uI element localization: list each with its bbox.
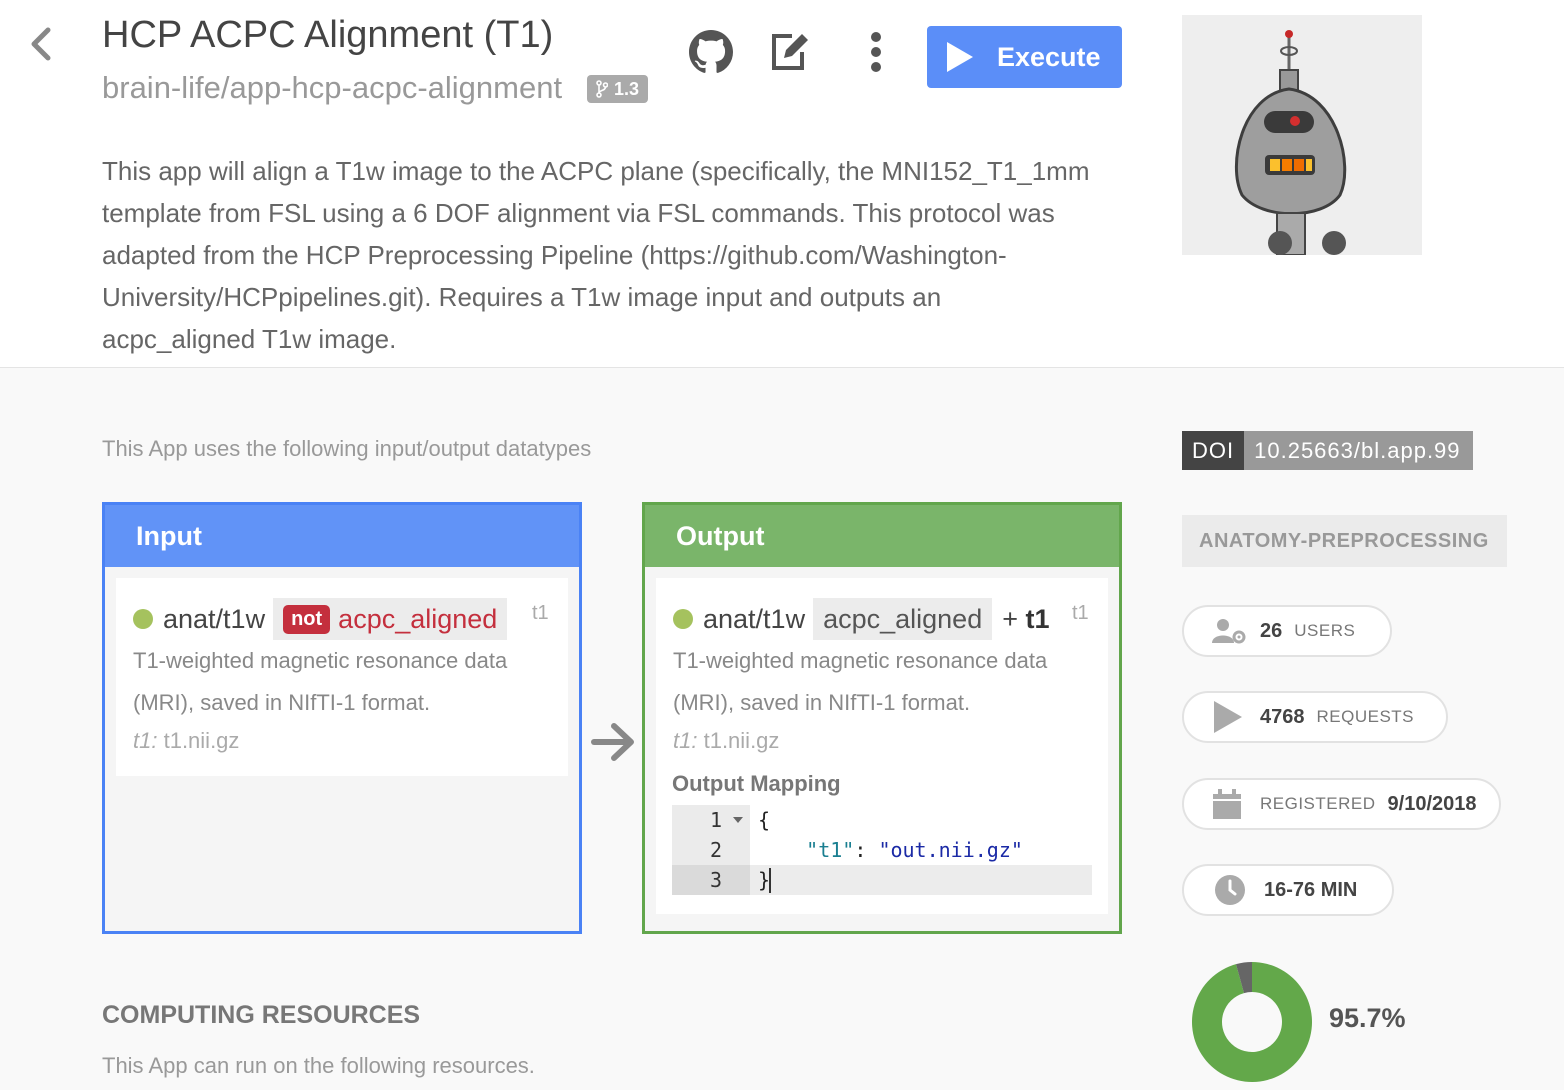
code-text: { <box>758 808 771 832</box>
requests-count: 4768 <box>1260 705 1305 728</box>
output-datatype-description: T1-weighted magnetic resonance data (MRI… <box>673 648 1048 715</box>
input-datatype-row: anat/t1w not acpc_aligned <box>133 598 508 640</box>
doi-value: 10.25663/bl.app.99 <box>1244 431 1473 470</box>
output-id: t1 <box>1072 602 1089 624</box>
json-value: "out.nii.gz" <box>878 838 1023 862</box>
input-datatype-name[interactable]: anat/t1w <box>163 604 265 635</box>
branch-icon <box>596 80 608 98</box>
registered-date: 9/10/2018 <box>1387 792 1477 815</box>
output-mapping-title: Output Mapping <box>672 771 841 796</box>
input-file-name: t1.nii.gz <box>163 728 240 753</box>
datatype-status-dot <box>133 609 153 629</box>
users-gear-icon <box>1212 619 1246 644</box>
version-text: 1.3 <box>614 79 640 99</box>
output-panel-header: Output <box>645 505 1119 567</box>
app-header: HCP ACPC Alignment (T1) brain-life/app-h… <box>0 0 1564 368</box>
users-stat: 26 USERS <box>1182 605 1392 657</box>
output-datatype-row: anat/t1w acpc_aligned + t1 <box>673 598 1050 640</box>
clock-icon <box>1215 875 1245 905</box>
output-mapping-editor[interactable]: 1 { 2 "t1": "out.nii.gz" 3 } <box>672 805 1092 895</box>
input-file: t1: t1.nii.gz <box>133 728 239 754</box>
computing-resources-title: COMPUTING RESOURCES <box>102 1001 421 1029</box>
back-chevron-icon[interactable] <box>26 26 56 62</box>
datatypes-intro: This App uses the following input/output… <box>102 436 592 461</box>
input-panel-header: Input <box>105 505 579 567</box>
input-datatype-card: anat/t1w not acpc_aligned t1 T1-weighted… <box>116 578 568 776</box>
line-number: 2 <box>672 835 750 865</box>
datatype-status-dot <box>673 609 693 629</box>
github-icon[interactable] <box>689 30 733 74</box>
json-sep: : <box>854 838 879 862</box>
output-file-key: t1: <box>673 728 698 753</box>
app-title: HCP ACPC Alignment (T1) <box>102 14 554 56</box>
execute-label: Execute <box>997 41 1101 72</box>
text-cursor <box>769 868 771 893</box>
input-id: t1 <box>532 602 549 624</box>
requests-stat: 4768 REQUESTS <box>1182 691 1448 743</box>
input-panel: Input anat/t1w not acpc_aligned t1 T1-we… <box>102 502 582 934</box>
output-panel: Output anat/t1w acpc_aligned + t1 t1 T1-… <box>642 502 1122 934</box>
edit-icon[interactable] <box>768 30 812 74</box>
users-label: USERS <box>1294 621 1356 640</box>
not-badge: not <box>283 604 331 634</box>
category-tag[interactable]: ANATOMY-PREPROCESSING <box>1182 515 1507 567</box>
input-tag-label: acpc_aligned <box>338 603 498 634</box>
computing-resources-subtitle: This App can run on the following resour… <box>102 1053 535 1078</box>
input-file-key: t1: <box>133 728 158 753</box>
line-number: 3 <box>672 865 750 895</box>
output-file-name: t1.nii.gz <box>703 728 780 753</box>
output-file: t1: t1.nii.gz <box>673 728 779 754</box>
app-repo[interactable]: brain-life/app-hcp-acpc-alignment <box>102 70 562 106</box>
plus-tag-label: t1 <box>1025 603 1050 634</box>
runtime-stat: 16-76 MIN <box>1182 864 1394 916</box>
plus-sign: + <box>1002 603 1018 634</box>
code-text: "t1": "out.nii.gz" <box>758 835 1023 865</box>
execute-button[interactable]: Execute <box>927 26 1122 88</box>
success-rate-donut <box>1192 962 1312 1082</box>
calendar-icon <box>1213 789 1241 819</box>
input-datatype-tag: not acpc_aligned <box>273 598 508 640</box>
more-vertical-icon[interactable] <box>854 30 898 74</box>
output-plus-tag: + t1 <box>1002 604 1049 635</box>
registered-stat: REGISTERED 9/10/2018 <box>1182 778 1501 830</box>
version-badge: 1.3 <box>587 75 649 103</box>
fold-caret-icon[interactable] <box>733 817 743 823</box>
app-avatar <box>1182 15 1422 255</box>
play-icon <box>947 42 973 72</box>
app-description: This app will align a T1w image to the A… <box>102 156 1090 354</box>
success-rate-label: 95.7% <box>1329 1003 1406 1033</box>
input-datatype-description: T1-weighted magnetic resonance data (MRI… <box>133 648 508 715</box>
robot-avatar-image <box>1234 30 1347 255</box>
requests-label: REQUESTS <box>1316 707 1415 726</box>
code-line: 1 { <box>672 805 1092 835</box>
users-count: 26 <box>1260 619 1283 642</box>
arrow-right-icon <box>591 723 634 761</box>
output-datatype-tag: acpc_aligned <box>813 598 993 640</box>
registered-label: REGISTERED <box>1260 794 1376 813</box>
doi-badge[interactable]: DOI 10.25663/bl.app.99 <box>1182 431 1473 470</box>
doi-label: DOI <box>1182 431 1245 470</box>
output-datatype-name[interactable]: anat/t1w <box>703 604 805 635</box>
code-line: 2 "t1": "out.nii.gz" <box>672 835 1092 865</box>
code-line-active: 3 } <box>672 865 1092 895</box>
runtime-value: 16-76 MIN <box>1264 878 1358 901</box>
play-icon <box>1214 701 1242 733</box>
json-key: "t1" <box>806 838 855 862</box>
